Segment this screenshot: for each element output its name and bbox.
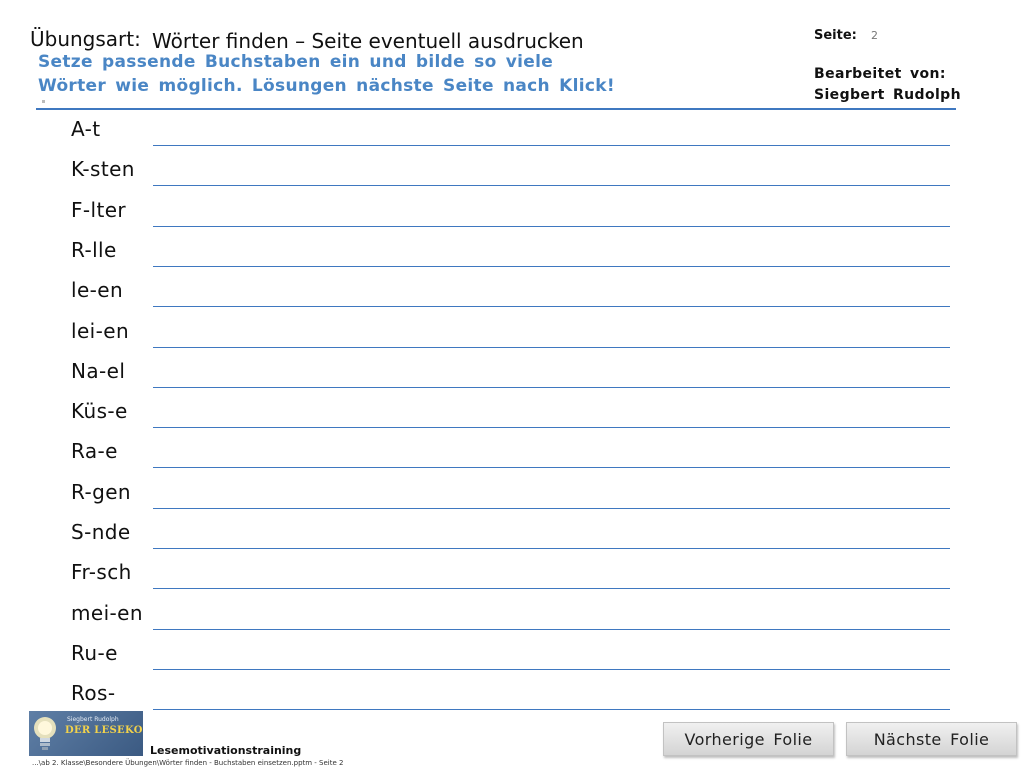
word-fragment: lei-en: [71, 318, 130, 343]
answer-line: [153, 265, 950, 267]
logo-name: Siegbert Rudolph: [67, 716, 119, 723]
answer-line: [153, 185, 950, 187]
word-fragment: S-nde: [71, 520, 131, 544]
word-row: lei-en: [0, 313, 1024, 353]
word-row: R-gen: [0, 474, 1024, 514]
answer-line: [153, 507, 950, 509]
word-row: mei-en: [0, 595, 1024, 635]
exercise-title: Wörter finden – Seite eventuell ausdruck…: [152, 29, 584, 53]
word-row: R-lle: [0, 232, 1024, 272]
word-fragment: mei-en: [71, 600, 143, 625]
program-label: Lesemotivationstraining: [150, 744, 302, 757]
answer-line: [153, 386, 950, 388]
answer-line: [153, 548, 950, 549]
answer-line: [153, 145, 950, 146]
answer-line: [153, 306, 950, 308]
word-row: Ros-: [0, 675, 1024, 715]
word-fragment: R-gen: [71, 479, 131, 504]
word-fragment: R-lle: [71, 237, 117, 262]
answer-line: [153, 709, 950, 711]
word-fragment: Ra-e: [71, 439, 118, 464]
word-fragment: le-en: [71, 278, 124, 303]
header-divider: [36, 108, 956, 110]
word-row: A-t: [0, 111, 1024, 151]
word-fragment: Ru-e: [71, 640, 118, 665]
instruction-line-1: Setze passende Buchstaben ein und bilde …: [38, 52, 554, 72]
next-slide-button[interactable]: Nächste Folie: [846, 722, 1017, 756]
author-name: Siegbert Rudolph: [814, 87, 961, 103]
word-row: Küs-e: [0, 393, 1024, 433]
page-label: Seite:: [814, 28, 857, 43]
word-row: K-sten: [0, 151, 1024, 191]
word-fragment: A-t: [71, 117, 101, 141]
answer-line: [153, 427, 950, 429]
logo-brand: DER LESEKOCH: [65, 725, 143, 736]
answer-line: [153, 467, 950, 469]
word-row: le-en: [0, 272, 1024, 312]
answer-line: [153, 588, 950, 590]
answer-line: [153, 628, 950, 630]
word-fragment: F-lter: [71, 197, 127, 222]
word-row: S-nde: [0, 514, 1024, 554]
word-fragment: Ros-: [71, 681, 116, 706]
decorative-dot: [42, 100, 45, 103]
lesekoch-logo: Siegbert Rudolph DER LESEKOCH: [29, 711, 143, 756]
word-fragment: K-sten: [71, 157, 135, 182]
edited-by-label: Bearbeitet von:: [814, 66, 946, 82]
word-row: F-lter: [0, 192, 1024, 232]
word-fragment: Na-el: [71, 358, 126, 383]
word-fragment: Fr-sch: [71, 560, 132, 585]
answer-line: [153, 346, 950, 348]
answer-line: [153, 668, 950, 670]
page-number: 2: [871, 29, 878, 42]
word-row: Na-el: [0, 353, 1024, 393]
word-row: Ra-e: [0, 433, 1024, 473]
word-fragment: Küs-e: [71, 399, 128, 424]
exercise-type-label: Übungsart:: [30, 27, 141, 51]
previous-slide-button[interactable]: Vorherige Folie: [663, 722, 834, 756]
file-path: ...\ab 2. Klasse\Besondere Übungen\Wörte…: [32, 759, 344, 767]
answer-line: [153, 225, 950, 227]
word-row: Ru-e: [0, 635, 1024, 675]
instruction-line-2: Wörter wie möglich. Lösungen nächste Sei…: [38, 76, 615, 96]
slide: Übungsart: Wörter finden – Seite eventue…: [0, 0, 1024, 768]
word-row: Fr-sch: [0, 554, 1024, 594]
